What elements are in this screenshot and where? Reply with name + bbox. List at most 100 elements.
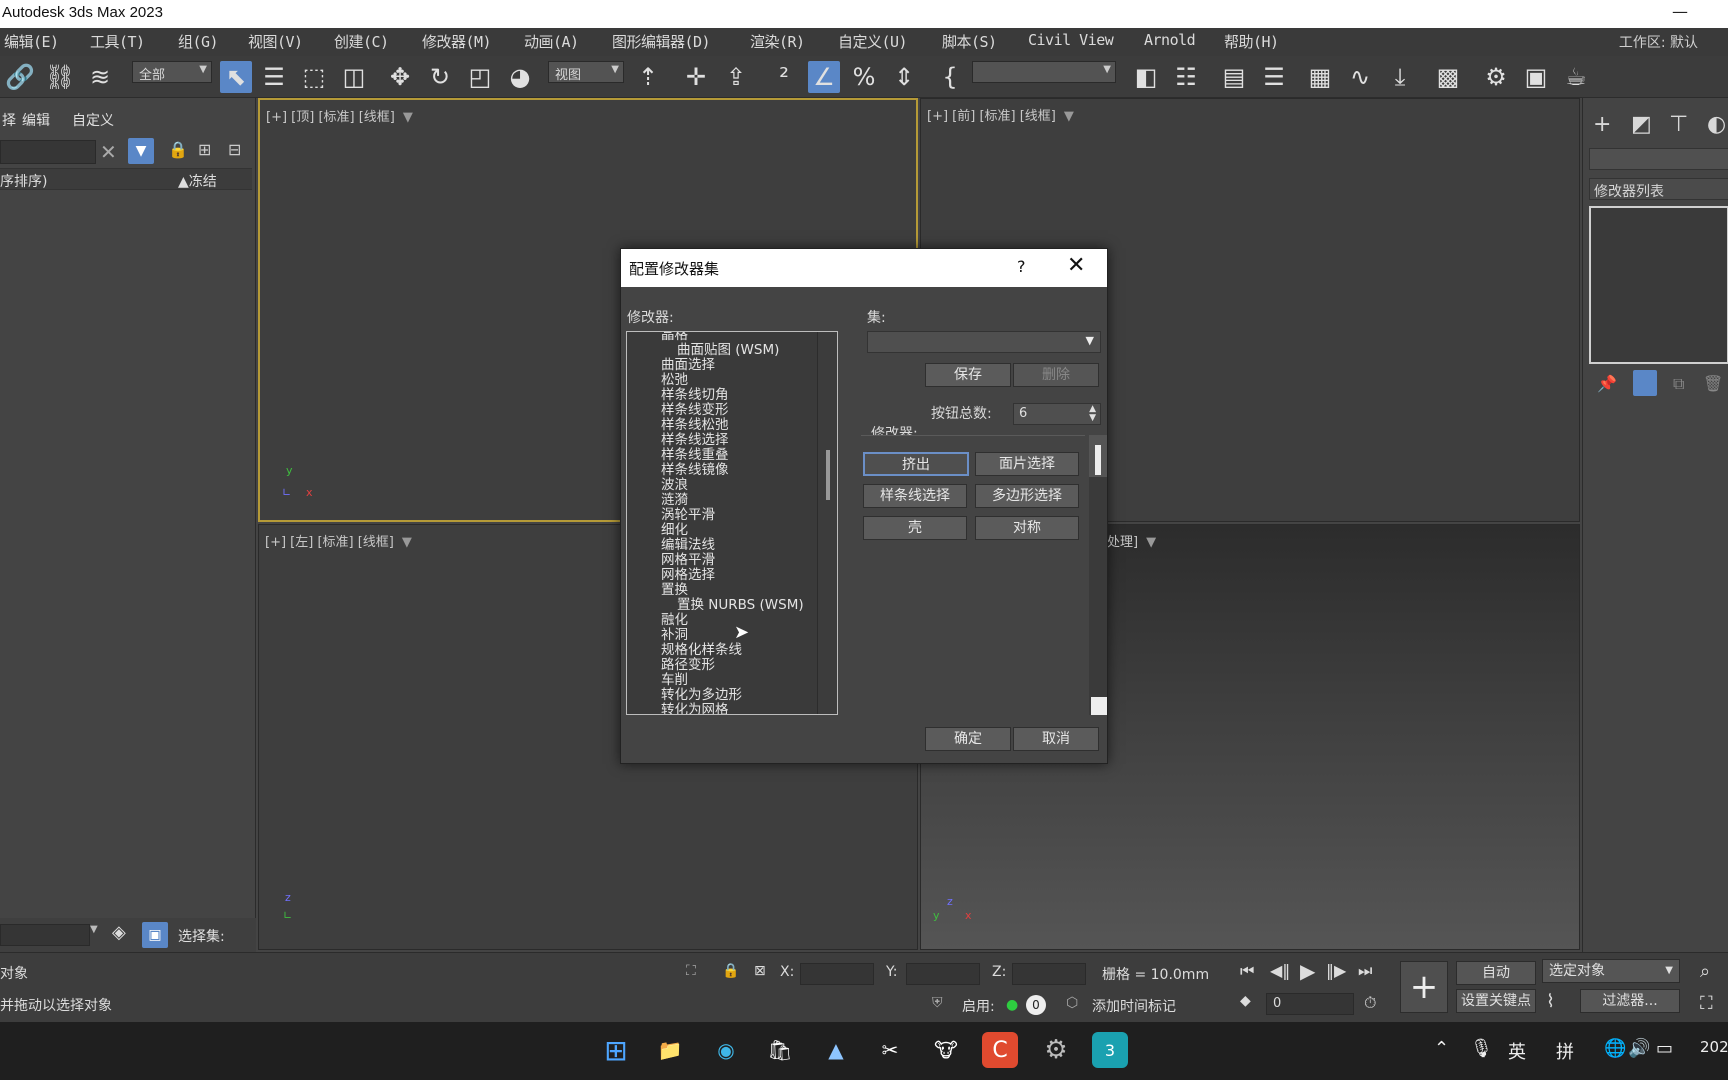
absolute-mode-icon[interactable]: ⊠ xyxy=(754,963,766,979)
window-crossing-icon[interactable]: ◫ xyxy=(338,61,370,93)
scroll-thumb[interactable] xyxy=(1095,445,1101,475)
modifier-list-item[interactable]: 样条线松弛 xyxy=(627,418,817,433)
keyboard-shortcut-icon[interactable]: ⇪ xyxy=(720,61,752,93)
list-scroll-thumb[interactable] xyxy=(826,450,830,500)
modifier-list-item[interactable]: 曲面贴图 (WSM) xyxy=(627,343,817,358)
total-buttons-spinner[interactable]: 6 ▲ ▼ xyxy=(1013,403,1101,425)
menu-arnold[interactable]: Arnold xyxy=(1144,31,1196,49)
ime-lang[interactable]: 英 xyxy=(1508,1038,1526,1064)
sort-column-header[interactable]: 序排序) xyxy=(0,171,47,191)
list-scrollbar[interactable] xyxy=(817,332,837,714)
microphone-icon[interactable]: 🎙 xyxy=(1470,1038,1493,1059)
goto-end-icon[interactable]: ⏭ xyxy=(1358,961,1372,981)
scene-explorer-icon[interactable]: ▤ xyxy=(1218,61,1250,93)
modifier-stack[interactable] xyxy=(1589,206,1728,364)
ok-button[interactable]: 确定 xyxy=(925,727,1011,751)
start-icon[interactable]: ⊞ xyxy=(598,1032,634,1068)
cow-app-icon[interactable]: 🐮 xyxy=(928,1032,964,1068)
workspace-selector[interactable]: 工作区: 默认 xyxy=(1619,32,1698,52)
bind-spacewarp-icon[interactable]: ≋ xyxy=(84,61,116,93)
zoom-icon[interactable]: ⌕ xyxy=(1700,961,1710,982)
modifier-list-item[interactable]: 曲面选择 xyxy=(627,358,817,373)
motion-tab-icon[interactable]: ◐ xyxy=(1707,112,1726,137)
isolate-icon[interactable]: ⛶ xyxy=(686,963,696,979)
modifiers-listbox[interactable]: 晶格 曲面贴图 (WSM) 曲面选择 松弛 样条线切角 样条线变形 样条线松弛 样条线选择 样条… xyxy=(626,331,838,715)
menu-help[interactable]: 帮助(H) xyxy=(1224,31,1279,52)
filters-button[interactable]: 过滤器... xyxy=(1580,989,1680,1013)
save-button[interactable]: 保存 xyxy=(925,363,1011,387)
tray-overflow-icon[interactable]: ⌃ xyxy=(1434,1038,1449,1059)
remove-modifier-icon[interactable]: 🗑 xyxy=(1703,374,1723,393)
menu-rendering[interactable]: 渲染(R) xyxy=(750,31,805,52)
rect-region-icon[interactable]: ⬚ xyxy=(298,61,330,93)
render-frame-icon[interactable]: ▣ xyxy=(1520,61,1552,93)
menu-graph-editors[interactable]: 图形编辑器(D) xyxy=(612,31,711,52)
mod-button-shell[interactable]: 壳 xyxy=(863,516,967,540)
hierarchy-collapse-icon[interactable]: ⊟ xyxy=(228,140,241,159)
modifier-list-item[interactable]: 置换 NURBS (WSM) xyxy=(627,598,817,613)
key-filter-dropdown[interactable]: 选定对象 ▼ xyxy=(1542,959,1680,983)
modifier-list-item[interactable]: 转化为多边形 xyxy=(627,688,817,703)
render-setup-icon[interactable]: ⚙ xyxy=(1480,61,1512,93)
file-explorer-icon[interactable]: 📁 xyxy=(652,1032,688,1068)
set-key-big-icon[interactable]: + xyxy=(1400,961,1448,1013)
mod-button-patch-select[interactable]: 面片选择 xyxy=(975,452,1079,476)
layers-icon[interactable]: ◈ xyxy=(112,922,126,943)
modifier-list-item[interactable]: 样条线变形 xyxy=(627,403,817,418)
modifier-list-item[interactable]: 波浪 xyxy=(627,478,817,493)
modifier-list-dropdown[interactable]: 修改器列表 xyxy=(1589,178,1728,200)
move-icon[interactable]: ✥ xyxy=(384,61,416,93)
viewport-filter-icon[interactable]: ▼ xyxy=(1064,109,1074,124)
z-coord-input[interactable] xyxy=(1012,963,1086,985)
key-tangent-icon[interactable]: ⌇ xyxy=(1546,991,1555,1012)
curve-editor-icon[interactable]: ∿ xyxy=(1344,61,1376,93)
modifier-list-item[interactable]: 样条线切角 xyxy=(627,388,817,403)
viewport-front-label[interactable]: [+] [前] [标准] [线框] ▼ xyxy=(927,105,1074,124)
modifier-list-item[interactable]: 融化 xyxy=(627,613,817,628)
adaptive-degradation-icon[interactable]: ⛨ xyxy=(932,995,943,1011)
freeze-column-header[interactable]: ▲冻结 xyxy=(178,171,217,191)
clear-search-icon[interactable]: ✕ xyxy=(100,140,117,164)
volume-icon[interactable]: 🔊 xyxy=(1628,1038,1650,1059)
add-time-tag-text[interactable]: 添加时间标记 xyxy=(1092,996,1176,1016)
menu-tools[interactable]: 工具(T) xyxy=(90,31,145,52)
store-icon[interactable]: 🛍 xyxy=(762,1032,798,1068)
c-app-icon[interactable]: C xyxy=(982,1032,1018,1068)
photos-icon[interactable]: ▲ xyxy=(818,1032,854,1068)
material-editor-icon[interactable]: ▩ xyxy=(1432,61,1464,93)
modifier-list-item[interactable]: 样条线镜像 xyxy=(627,463,817,478)
ime-mode[interactable]: 拼 xyxy=(1556,1038,1574,1064)
y-coord-input[interactable] xyxy=(906,963,980,985)
time-config-icon[interactable]: ⏱ xyxy=(1364,993,1376,1013)
menu-customize[interactable]: 自定义(U) xyxy=(838,31,908,52)
viewport-filter-icon[interactable]: ▼ xyxy=(402,535,412,550)
render-icon[interactable]: ☕ xyxy=(1560,61,1592,93)
minimize-button[interactable]: — xyxy=(1672,2,1688,21)
selection-set-icon[interactable]: ▣ xyxy=(142,922,168,948)
viewport-filter-icon[interactable]: ▼ xyxy=(403,110,413,125)
battery-icon[interactable]: ▭ xyxy=(1656,1038,1673,1059)
modifier-set-dropdown[interactable]: ▼ xyxy=(867,331,1101,353)
snap-icon[interactable]: ² xyxy=(768,61,800,93)
ribbon-icon[interactable]: ▦ xyxy=(1304,61,1336,93)
edit-named-sel-icon[interactable]: { xyxy=(934,61,966,93)
selection-filter-dropdown[interactable]: 全部 ▼ xyxy=(132,61,212,83)
menu-modifiers[interactable]: 修改器(M) xyxy=(422,31,492,52)
key-mode-icon[interactable]: ◆ xyxy=(1240,993,1251,1009)
pin-stack-icon[interactable]: 📌 xyxy=(1597,374,1617,393)
create-tab-icon[interactable]: + xyxy=(1593,112,1611,137)
modifier-list-item[interactable]: 样条线选择 xyxy=(627,433,817,448)
modifier-list-item[interactable]: 编辑法线 xyxy=(627,538,817,553)
make-unique-icon[interactable]: ⧉ xyxy=(1673,374,1684,394)
spinner-snap-icon[interactable]: ⇕ xyxy=(888,61,920,93)
place-icon[interactable]: ◕ xyxy=(504,61,536,93)
manipulate-icon[interactable]: ✛ xyxy=(680,61,712,93)
schematic-icon[interactable]: ⤓ xyxy=(1384,61,1416,93)
modifier-list-item[interactable]: 细化 xyxy=(627,523,817,538)
cancel-button[interactable]: 取消 xyxy=(1013,727,1099,751)
lock-icon[interactable]: 🔒 xyxy=(168,140,188,159)
next-frame-icon[interactable]: ‖▶ xyxy=(1326,961,1346,980)
menu-scripting[interactable]: 脚本(S) xyxy=(942,31,997,52)
menu-group[interactable]: 组(G) xyxy=(178,31,219,52)
spinner-arrows-icon[interactable]: ▲ ▼ xyxy=(1089,405,1096,423)
